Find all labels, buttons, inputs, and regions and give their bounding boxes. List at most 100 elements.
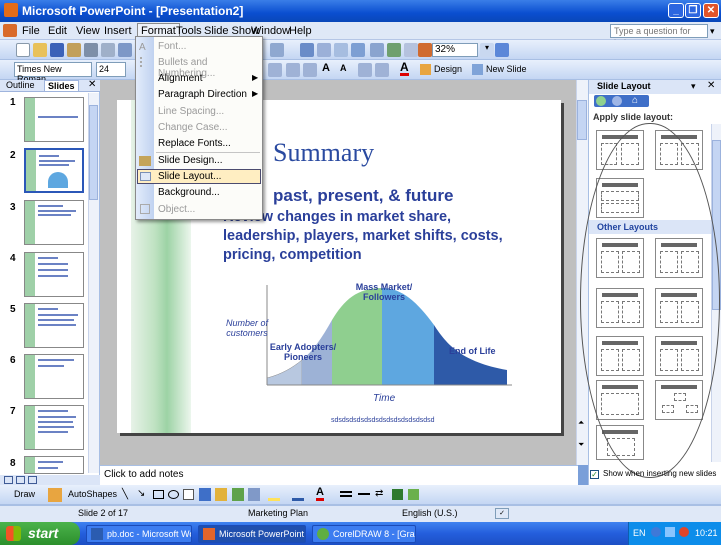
wordart-icon[interactable] xyxy=(199,488,211,501)
slide-thumbnail-7[interactable] xyxy=(24,405,84,450)
tables-borders-icon[interactable] xyxy=(334,43,348,57)
show-formatting-icon[interactable] xyxy=(387,43,401,57)
new-slide-button[interactable]: New Slide xyxy=(472,62,529,76)
font-color-icon[interactable]: A xyxy=(400,61,409,76)
3d-style-icon[interactable] xyxy=(408,489,419,500)
slide-scroll-thumb[interactable] xyxy=(577,100,587,140)
menu-item-change-case[interactable]: Change Case... xyxy=(158,122,228,133)
increase-indent-icon[interactable] xyxy=(375,63,389,77)
slide-show-view-icon[interactable] xyxy=(28,476,37,484)
save-icon[interactable] xyxy=(50,43,64,57)
increase-font-icon[interactable]: A xyxy=(322,62,330,74)
expand-all-icon[interactable] xyxy=(370,43,384,57)
menu-file[interactable]: File xyxy=(22,25,40,37)
minimize-button[interactable]: _ xyxy=(668,3,684,18)
help-search-input[interactable]: Type a question for help xyxy=(610,24,708,48)
menu-item-object[interactable]: Object... xyxy=(158,204,195,215)
help-icon[interactable] xyxy=(495,43,509,57)
slide-bullet-1[interactable]: past, present, & future xyxy=(273,186,453,206)
new-icon[interactable] xyxy=(16,43,30,57)
numbering-icon[interactable] xyxy=(286,63,300,77)
tab-outline[interactable]: Outline xyxy=(6,80,35,90)
tray-arrow-icon[interactable] xyxy=(651,527,661,537)
maximize-button[interactable]: ❐ xyxy=(685,3,701,18)
home-icon[interactable]: ⌂ xyxy=(632,95,638,106)
menu-item-font[interactable]: Font... xyxy=(158,41,186,52)
menu-item-line-spacing[interactable]: Line Spacing... xyxy=(158,106,224,117)
slide-title[interactable]: Summary xyxy=(273,138,374,168)
document-icon[interactable] xyxy=(3,24,17,37)
zoom-dropdown[interactable]: 32% xyxy=(432,43,478,57)
menu-item-slide-design[interactable]: Slide Design... xyxy=(158,155,222,166)
insert-icon[interactable] xyxy=(351,43,365,57)
slide-thumbnail-8[interactable] xyxy=(24,456,84,474)
show-when-inserting-checkbox[interactable]: ✓ xyxy=(590,470,599,479)
bullets-icon[interactable] xyxy=(303,63,317,77)
decrease-font-icon[interactable]: A xyxy=(340,63,347,73)
undo-icon[interactable] xyxy=(270,43,284,57)
menu-item-alignment[interactable]: Alignment xyxy=(158,73,202,84)
slide-thumbnail-5[interactable] xyxy=(24,303,84,348)
notes-pane[interactable]: Click to add notes xyxy=(100,465,578,485)
slide-sorter-view-icon[interactable] xyxy=(16,476,25,484)
slide-footer-text[interactable]: sdsdsdsdsdsdsdsdsdsdsdsdsdsd xyxy=(331,417,435,424)
back-icon[interactable] xyxy=(596,96,606,106)
menu-item-replace-fonts[interactable]: Replace Fonts... xyxy=(158,138,231,149)
open-icon[interactable] xyxy=(33,43,47,57)
decrease-indent-icon[interactable] xyxy=(358,63,372,77)
menu-item-slide-layout[interactable]: Slide Layout... xyxy=(158,171,221,182)
arrow-icon[interactable]: ↘ xyxy=(137,488,145,499)
taskbar-powerpoint-button[interactable]: Microsoft PowerPoint ... xyxy=(198,525,306,543)
task-pane-menu-icon[interactable]: ▾ xyxy=(691,81,696,92)
taskbar-coreldraw-button[interactable]: CorelDRAW 8 - [Grap... xyxy=(312,525,416,543)
taskbar-word-button[interactable]: pb.doc - Microsoft Word xyxy=(86,525,192,543)
task-pane-close-icon[interactable]: ✕ xyxy=(707,80,715,91)
forward-icon[interactable] xyxy=(612,96,622,106)
slide-thumbnail-2[interactable] xyxy=(24,148,84,193)
color-grayscale-icon[interactable] xyxy=(418,43,432,57)
close-button[interactable]: ✕ xyxy=(703,3,719,18)
line-icon[interactable]: ╲ xyxy=(122,489,128,500)
slides-scroll-thumb[interactable] xyxy=(89,105,98,200)
font-color-draw-icon[interactable]: A xyxy=(316,487,324,501)
slide-thumbnail-6[interactable] xyxy=(24,354,84,399)
shadow-style-icon[interactable] xyxy=(392,489,403,500)
permission-icon[interactable] xyxy=(67,43,81,57)
oval-icon[interactable] xyxy=(168,490,179,499)
slide-thumbnail-3[interactable] xyxy=(24,200,84,245)
print-icon[interactable] xyxy=(84,43,98,57)
rectangle-icon[interactable] xyxy=(153,490,164,499)
tab-slides[interactable]: Slides xyxy=(44,80,79,91)
previous-slide-icon[interactable]: ⏶ xyxy=(578,418,584,428)
textbox-icon[interactable] xyxy=(183,489,194,500)
normal-view-icon[interactable] xyxy=(4,476,13,484)
draw-menu-button[interactable]: Draw xyxy=(14,489,35,499)
slide-thumbnail-4[interactable] xyxy=(24,252,84,297)
font-size-dropdown[interactable]: 24 xyxy=(96,62,126,77)
help-dropdown-icon[interactable]: ▾ xyxy=(710,26,715,37)
menu-help[interactable]: Help xyxy=(289,25,312,37)
chart-icon[interactable] xyxy=(300,43,314,57)
line-color-icon[interactable] xyxy=(292,488,304,501)
spelling-icon[interactable] xyxy=(118,43,132,57)
table-icon[interactable] xyxy=(317,43,331,57)
tray-security-icon[interactable] xyxy=(679,527,689,537)
grid-icon[interactable] xyxy=(404,43,418,57)
zoom-dropdown-arrow-icon[interactable]: ▾ xyxy=(480,43,494,57)
arrow-style-icon[interactable]: ⇄ xyxy=(375,488,383,499)
clipart-icon[interactable] xyxy=(232,488,244,501)
line-style-icon[interactable] xyxy=(340,491,352,497)
clock[interactable]: 10:21 xyxy=(695,528,718,538)
menu-item-background[interactable]: Background... xyxy=(158,187,220,198)
picture-icon[interactable] xyxy=(248,488,260,501)
menu-item-paragraph-direction[interactable]: Paragraph Direction xyxy=(158,89,247,100)
close-pane-icon[interactable]: ✕ xyxy=(88,79,96,90)
tray-network-icon[interactable] xyxy=(665,527,675,537)
next-slide-icon[interactable]: ⏷ xyxy=(578,440,584,450)
menu-edit[interactable]: Edit xyxy=(48,25,67,37)
slide-thumbnail-1[interactable] xyxy=(24,97,84,142)
font-name-dropdown[interactable]: Times New Roman xyxy=(14,62,92,84)
select-objects-icon[interactable] xyxy=(48,488,62,502)
spelling-status-icon[interactable]: ✓ xyxy=(495,508,509,519)
diagram-icon[interactable] xyxy=(215,488,227,501)
